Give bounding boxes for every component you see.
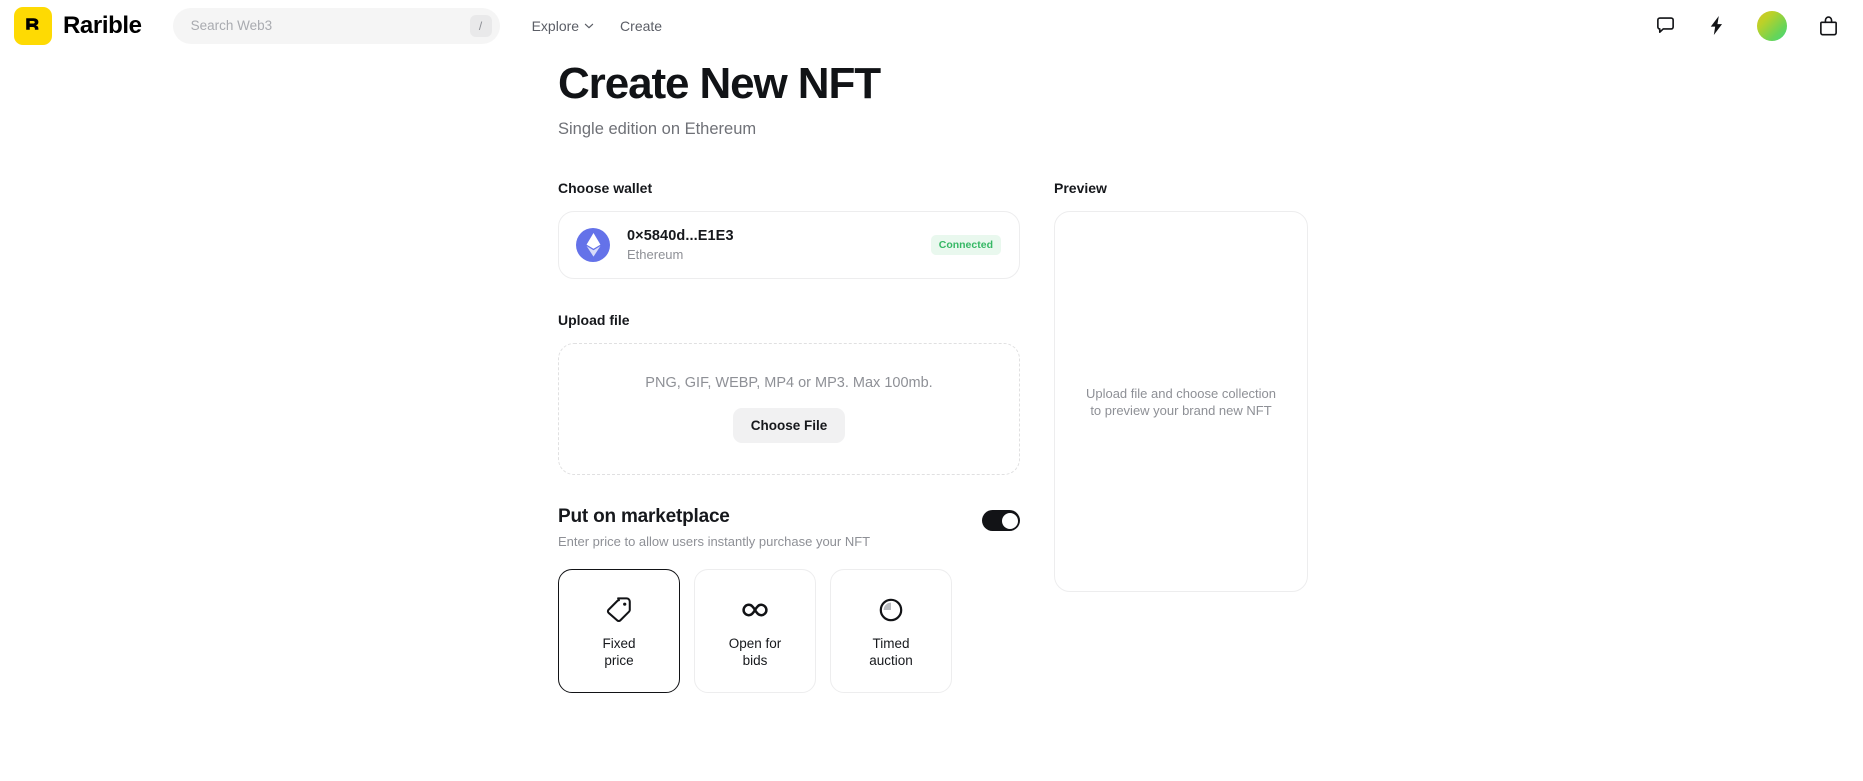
form-column: Choose wallet 0×5840d...E1E3 Ethereum Co… (558, 180, 1020, 693)
pricing-option-timed-auction[interactable]: Timed auction (830, 569, 952, 693)
timer-glyph (879, 598, 903, 622)
preview-card: Upload file and choose collection to pre… (1054, 211, 1308, 592)
label-line-2: bids (742, 653, 768, 668)
label-line-1: Timed (872, 636, 910, 651)
status-badge: Connected (930, 235, 1001, 255)
choose-wallet-section: Choose wallet 0×5840d...E1E3 Ethereum Co… (558, 180, 1020, 279)
rarible-logo-icon (14, 6, 52, 45)
content-columns: Choose wallet 0×5840d...E1E3 Ethereum Co… (558, 180, 1863, 693)
marketplace-text: Put on marketplace Enter price to allow … (558, 506, 870, 549)
wallet-chain: Ethereum (627, 247, 684, 262)
wallet-info: 0×5840d...E1E3 Ethereum (627, 228, 734, 262)
page-body: Create New NFT Single edition on Ethereu… (0, 51, 1863, 693)
main-nav: Explore Create (532, 18, 663, 34)
lightning-bolt-icon[interactable] (1707, 15, 1726, 36)
put-on-marketplace-section: Put on marketplace Enter price to allow … (558, 506, 1020, 693)
rarible-r-glyph (26, 17, 39, 30)
choose-wallet-label: Choose wallet (558, 180, 653, 196)
pricing-option-list: Fixed price Open for bids Timed auction (558, 569, 1020, 693)
nav-item-explore[interactable]: Explore (532, 18, 594, 34)
infinity-icon (739, 593, 771, 627)
infinity-glyph (742, 603, 768, 617)
label-line-1: Open for (728, 636, 782, 651)
ethereum-diamond-glyph (586, 232, 600, 257)
choose-file-button[interactable]: Choose File (732, 408, 846, 443)
marketplace-subtitle: Enter price to allow users instantly pur… (558, 534, 871, 549)
chevron-down-icon (584, 23, 594, 28)
chat-bubble-glyph (1657, 17, 1674, 33)
brand-name: Rarible (63, 11, 142, 39)
marketplace-title: Put on marketplace (558, 506, 730, 527)
pricing-option-open-for-bids-label: Open for bids (729, 635, 782, 669)
pricing-option-open-for-bids[interactable]: Open for bids (694, 569, 816, 693)
nav-item-create-label: Create (620, 17, 663, 34)
nav-item-create[interactable]: Create (620, 18, 662, 34)
wallet-address: 0×5840d...E1E3 (627, 228, 734, 244)
search-shortcut-key: / (469, 14, 492, 37)
label-line-1: Fixed (602, 636, 636, 651)
avatar[interactable] (1757, 10, 1787, 41)
preview-column: Preview Upload file and choose collectio… (1054, 180, 1308, 693)
ethereum-icon (576, 228, 610, 262)
top-header: Rarible / Explore Create (0, 0, 1863, 51)
upload-file-section: Upload file PNG, GIF, WEBP, MP4 or MP3. … (558, 312, 1020, 475)
marketplace-header: Put on marketplace Enter price to allow … (558, 506, 1020, 549)
lightning-bolt-glyph (1710, 15, 1723, 36)
price-tag-icon (605, 593, 633, 627)
file-format-hint: PNG, GIF, WEBP, MP4 or MP3. Max 100mb. (645, 375, 933, 391)
timer-icon (878, 593, 904, 627)
brand-logo[interactable]: Rarible (14, 6, 142, 45)
search-input[interactable] (190, 18, 470, 33)
marketplace-toggle[interactable] (982, 510, 1020, 531)
page-title: Create New NFT (558, 59, 881, 108)
file-dropzone[interactable]: PNG, GIF, WEBP, MP4 or MP3. Max 100mb. C… (558, 343, 1020, 475)
shopping-bag-icon[interactable] (1818, 15, 1839, 37)
shopping-bag-glyph (1820, 15, 1837, 35)
toggle-knob (1001, 512, 1018, 529)
chat-bubble-icon[interactable] (1655, 15, 1676, 36)
price-tag-glyph (606, 597, 631, 623)
label-line-2: auction (869, 653, 913, 668)
nav-item-explore-label: Explore (531, 17, 580, 34)
upload-file-label: Upload file (558, 312, 630, 328)
wallet-card[interactable]: 0×5840d...E1E3 Ethereum Connected (558, 211, 1020, 279)
preview-empty-text: Upload file and choose collection to pre… (1085, 385, 1277, 418)
preview-label: Preview (1054, 180, 1107, 196)
pricing-option-fixed-price-label: Fixed price (602, 635, 635, 669)
header-actions (1655, 10, 1839, 41)
label-line-2: price (604, 653, 634, 668)
pricing-option-fixed-price[interactable]: Fixed price (558, 569, 680, 693)
pricing-option-timed-auction-label: Timed auction (869, 635, 913, 669)
search-bar[interactable]: / (172, 7, 500, 44)
page-subtitle: Single edition on Ethereum (558, 120, 757, 138)
